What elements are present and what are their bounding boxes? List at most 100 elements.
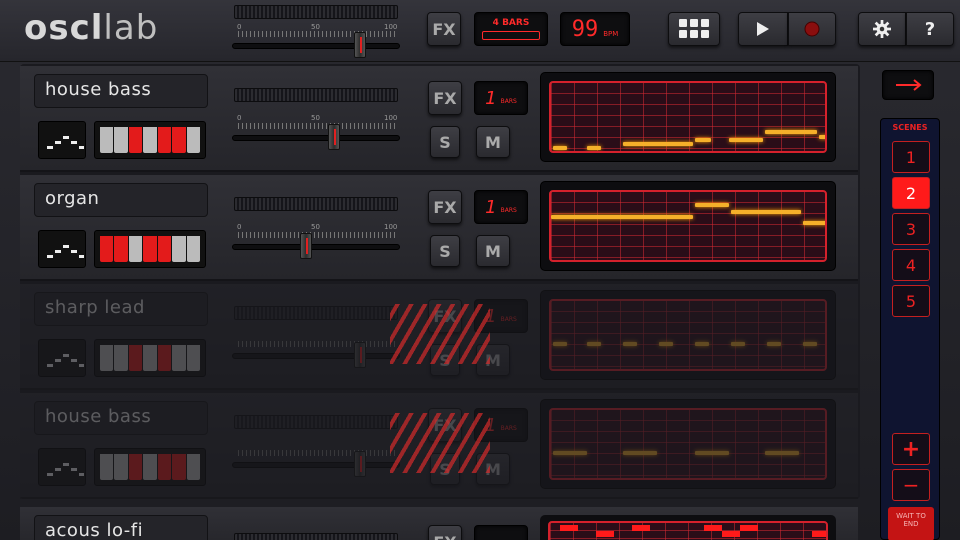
scene-5-button[interactable]: 5 <box>892 285 930 317</box>
piano-key[interactable] <box>100 345 114 371</box>
pattern-preview[interactable] <box>540 399 836 489</box>
track-volume-slider[interactable] <box>232 353 400 359</box>
key-selector[interactable] <box>94 339 206 377</box>
track-fx-button[interactable]: FX <box>428 190 462 224</box>
piano-key[interactable] <box>100 127 114 153</box>
master-fx-button[interactable]: FX <box>427 12 461 46</box>
piano-key[interactable] <box>143 345 157 371</box>
track-bars-display[interactable] <box>474 525 528 540</box>
piano-key-active[interactable] <box>114 236 128 262</box>
piano-key-active[interactable] <box>143 236 157 262</box>
remove-scene-button[interactable]: − <box>892 469 930 501</box>
piano-key-active[interactable] <box>157 127 172 153</box>
track-volume-handle[interactable] <box>354 342 366 368</box>
piano-key[interactable] <box>172 236 186 262</box>
piano-key-active[interactable] <box>128 127 143 153</box>
track-name[interactable]: house bass <box>34 401 208 435</box>
track-volume-handle[interactable] <box>354 451 366 477</box>
piano-key-active[interactable] <box>172 127 186 153</box>
master-volume-slider[interactable] <box>232 43 400 49</box>
note <box>695 138 711 142</box>
piano-key-active[interactable] <box>100 236 114 262</box>
piano-key-active[interactable] <box>157 345 172 371</box>
collapse-tracks-button[interactable] <box>882 70 934 100</box>
track-volume-slider[interactable] <box>232 462 400 468</box>
master-bars-display[interactable]: 4 BARS <box>474 12 548 46</box>
settings-button[interactable] <box>858 12 906 46</box>
pattern-grid <box>549 299 827 371</box>
solo-button[interactable]: S <box>430 126 460 158</box>
piano-key[interactable] <box>128 236 143 262</box>
note <box>731 210 801 214</box>
track-bars-unit: BARS <box>500 424 517 432</box>
track-bars-display[interactable]: 1 BARS <box>474 81 528 115</box>
track-volume-slider[interactable] <box>232 135 400 141</box>
grid-view-button[interactable] <box>668 12 720 46</box>
piano-key-active[interactable] <box>128 454 143 480</box>
piano-key[interactable] <box>186 345 200 371</box>
track-volume-handle[interactable] <box>328 124 340 150</box>
bpm-value: 99 <box>571 16 599 42</box>
scene-4-button[interactable]: 4 <box>892 249 930 281</box>
pattern-grid <box>549 190 827 262</box>
pattern-preview[interactable] <box>540 72 836 162</box>
key-selector[interactable] <box>94 121 206 159</box>
piano-key-active[interactable] <box>157 454 172 480</box>
bpm-unit: BPM <box>603 30 619 38</box>
key-selector[interactable] <box>94 448 206 486</box>
track-name[interactable]: house bass <box>34 74 208 108</box>
play-icon <box>757 22 769 36</box>
scene-2-button[interactable]: 2 <box>892 177 930 209</box>
piano-key[interactable] <box>114 127 128 153</box>
piano-key[interactable] <box>143 454 157 480</box>
pattern-preview[interactable] <box>540 290 836 380</box>
track-name[interactable]: acous lo-fi <box>34 515 208 540</box>
scene-1-button[interactable]: 1 <box>892 141 930 173</box>
play-button[interactable] <box>738 12 788 46</box>
piano-key[interactable] <box>143 127 157 153</box>
bpm-display[interactable]: 99 BPM <box>560 12 630 46</box>
track-volume-handle[interactable] <box>300 233 312 259</box>
arpeggio-button[interactable] <box>38 448 86 486</box>
track-fx-button[interactable]: FX <box>428 525 462 540</box>
master-volume-handle[interactable] <box>354 32 366 58</box>
piano-key[interactable] <box>114 454 128 480</box>
scene-3-button[interactable]: 3 <box>892 213 930 245</box>
note <box>623 142 693 146</box>
track-level-meter <box>234 533 398 540</box>
arpeggio-button[interactable] <box>38 121 86 159</box>
pattern-preview[interactable] <box>540 181 836 271</box>
track-name[interactable]: organ <box>34 183 208 217</box>
track-bars-display[interactable]: 1 BARS <box>474 190 528 224</box>
piano-key-active[interactable] <box>172 454 186 480</box>
piano-key[interactable] <box>114 345 128 371</box>
pattern-preview[interactable] <box>540 515 836 540</box>
bars-bar <box>482 31 540 40</box>
piano-key[interactable] <box>186 236 200 262</box>
swap-arrow-icon <box>896 79 922 91</box>
wait-to-end-button[interactable]: WAIT TO END <box>888 507 934 540</box>
track-volume-slider[interactable] <box>232 244 400 250</box>
add-scene-button[interactable]: + <box>892 433 930 465</box>
track-bars-unit: BARS <box>500 315 517 323</box>
mute-button[interactable]: M <box>476 235 510 267</box>
track-name[interactable]: sharp lead <box>34 292 208 326</box>
track-bars-unit: BARS <box>500 206 517 214</box>
arpeggio-button[interactable] <box>38 339 86 377</box>
piano-key[interactable] <box>186 454 200 480</box>
piano-key-active[interactable] <box>128 345 143 371</box>
piano-key[interactable] <box>100 454 114 480</box>
solo-button[interactable]: S <box>430 235 460 267</box>
mute-button[interactable]: M <box>476 126 510 158</box>
track-level-meter <box>234 197 398 211</box>
help-button[interactable]: ? <box>906 12 954 46</box>
arpeggio-button[interactable] <box>38 230 86 268</box>
pattern-grid <box>548 521 828 540</box>
track-level-meter <box>234 306 398 320</box>
piano-key-active[interactable] <box>157 236 172 262</box>
record-button[interactable] <box>788 12 836 46</box>
track-fx-button[interactable]: FX <box>428 81 462 115</box>
key-selector[interactable] <box>94 230 206 268</box>
piano-key[interactable] <box>186 127 200 153</box>
piano-key[interactable] <box>172 345 186 371</box>
